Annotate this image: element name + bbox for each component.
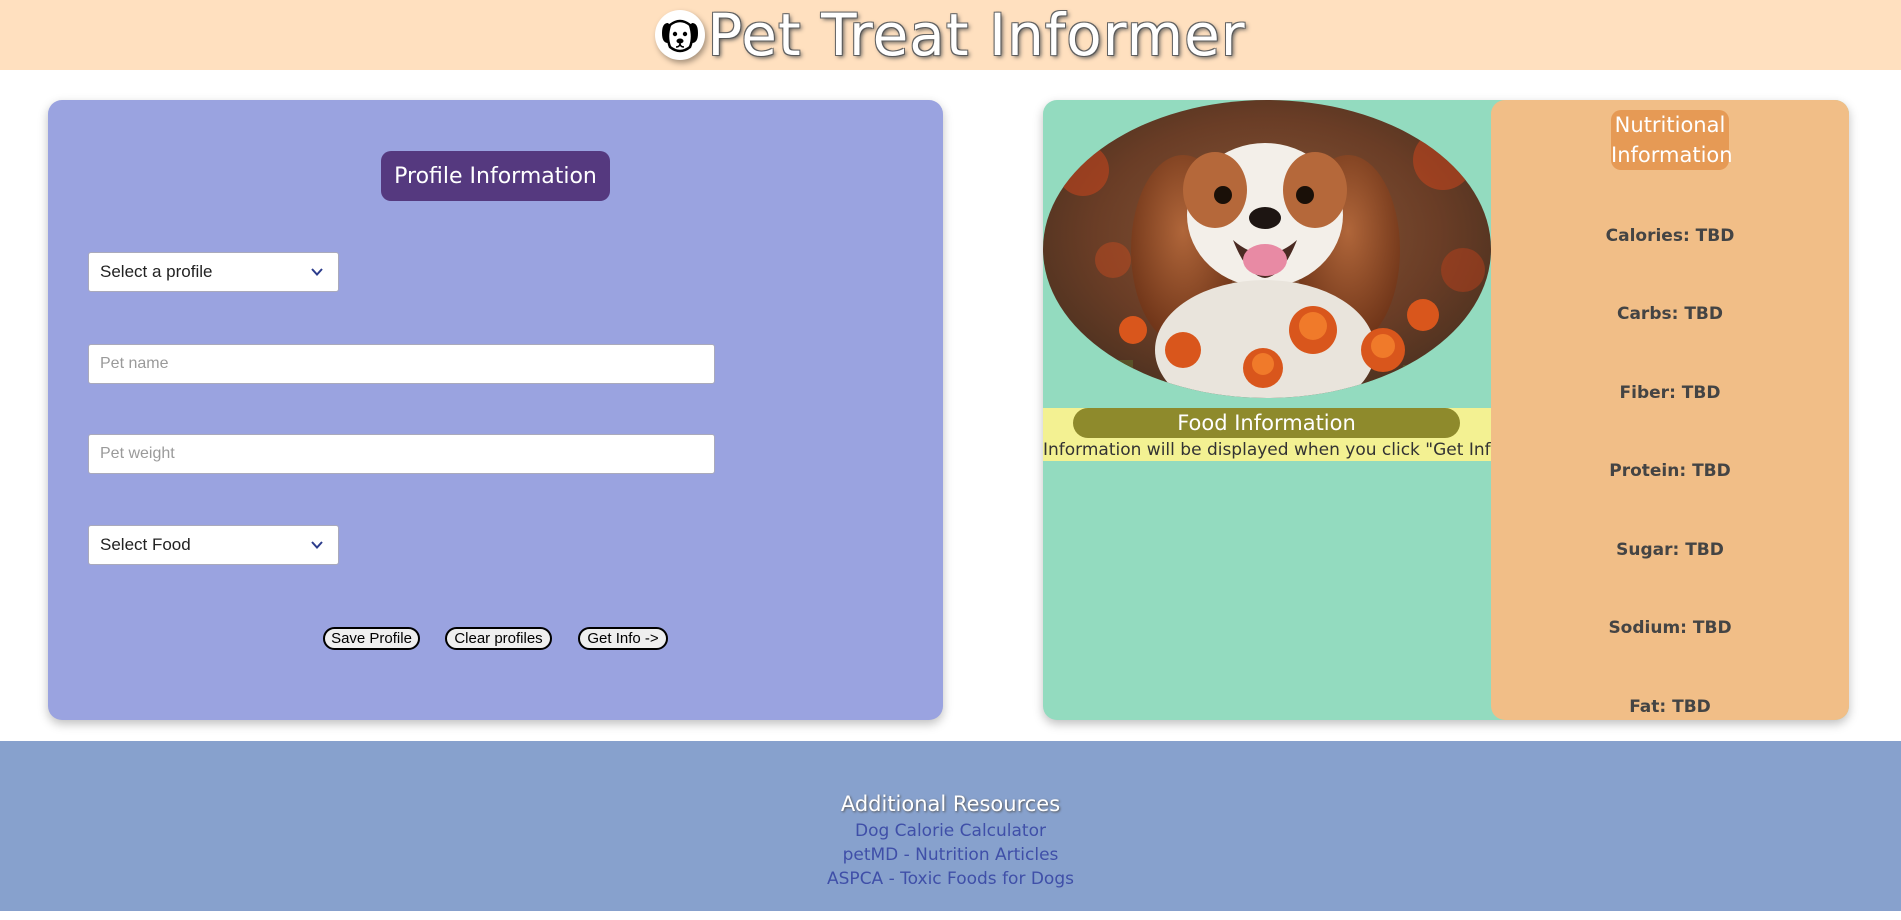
food-select-value: Select Food [100, 535, 191, 554]
profile-heading: Profile Information [381, 151, 610, 201]
profile-select-value: Select a profile [100, 262, 213, 281]
chevron-down-icon [311, 541, 323, 549]
nutrition-protein: Protein: TBD [1609, 461, 1731, 481]
nutrition-carbs: Carbs: TBD [1616, 304, 1723, 324]
clear-profiles-button[interactable]: Clear profiles [445, 627, 552, 650]
footer-link-calorie-calculator[interactable]: Dog Calorie Calculator [0, 821, 1901, 841]
chevron-down-icon [311, 268, 323, 276]
footer: Additional Resources Dog Calorie Calcula… [0, 741, 1901, 911]
footer-link-petmd[interactable]: petMD - Nutrition Articles [0, 845, 1901, 865]
footer-title: Additional Resources [840, 792, 1061, 816]
profile-panel: Profile Information Select a profile Sel… [48, 100, 943, 720]
food-select[interactable]: Select Food [88, 525, 339, 565]
get-info-button[interactable]: Get Info -> [578, 627, 668, 650]
dog-face-icon [655, 10, 706, 60]
nutrition-calories: Calories: TBD [1605, 226, 1735, 246]
site-title: Pet Treat Informer [707, 1, 1246, 69]
food-info-text: Information will be displayed when you c… [1043, 440, 1509, 460]
food-heading: Food Information [1073, 408, 1460, 438]
pet-name-input[interactable] [88, 344, 715, 384]
footer-link-aspca[interactable]: ASPCA - Toxic Foods for Dogs [0, 869, 1901, 889]
nutrition-section: Nutritional Information Calories: TBD Ca… [1491, 100, 1849, 720]
pet-photo [1043, 100, 1491, 398]
food-info-section: Food Information Information will be dis… [1043, 408, 1509, 461]
nutrition-fiber: Fiber: TBD [1619, 383, 1721, 403]
pet-weight-input[interactable] [88, 434, 715, 474]
info-panel: Food Information Information will be dis… [1043, 100, 1849, 720]
save-profile-button[interactable]: Save Profile [323, 627, 420, 650]
site-header: Pet Treat Informer [0, 0, 1901, 70]
nutrition-heading: Nutritional Information [1611, 110, 1733, 170]
nutrition-sodium: Sodium: TBD [1608, 618, 1732, 638]
nutrition-sugar: Sugar: TBD [1616, 540, 1724, 560]
nutrition-fat: Fat: TBD [1629, 697, 1711, 717]
profile-select[interactable]: Select a profile [88, 252, 339, 292]
